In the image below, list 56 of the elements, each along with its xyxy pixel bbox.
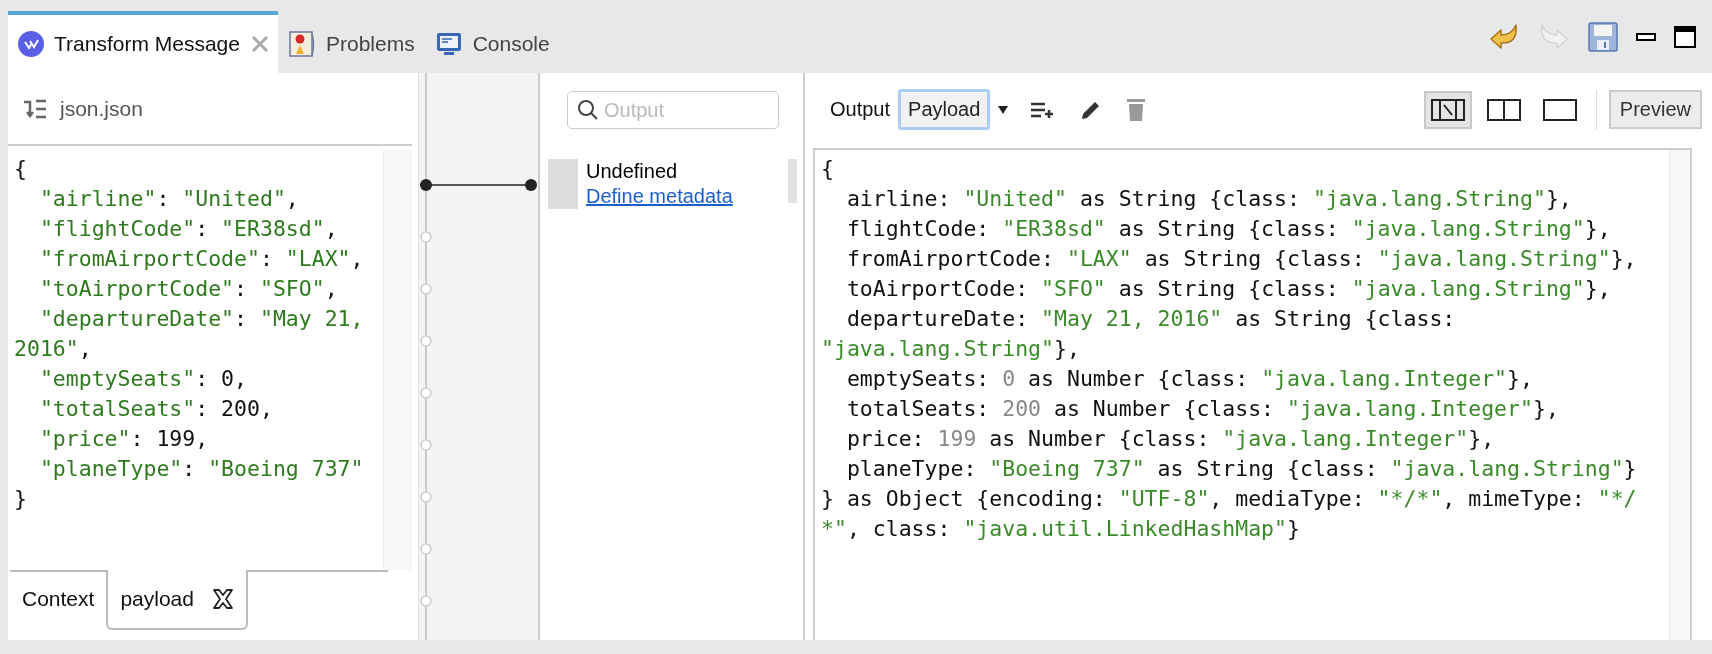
two-panes-icon <box>1486 98 1521 121</box>
panel-tab[interactable]: payload <box>106 570 248 630</box>
scrollbar-track[interactable] <box>383 150 412 570</box>
search-icon <box>577 99 599 121</box>
logo-icon <box>18 31 44 57</box>
problems-icon <box>287 30 316 58</box>
code-line: departureDate: "May 21, 2016" as String {class: <box>845 305 1456 333</box>
define-metadata-link[interactable]: Define metadata <box>586 184 733 209</box>
code-line: toAirportCode: "SFO" as String {class: "java.lang.String"}, <box>845 275 1611 303</box>
code-line: "planeType": "Boeing 737" <box>38 455 364 483</box>
code-line: } as Object {encoding: "UTF-8", mediaType: "*/*", mimeType: "*/ <box>821 485 1637 513</box>
scrollbar-thumb[interactable] <box>788 159 797 203</box>
close-icon[interactable] <box>211 588 234 610</box>
input-structure-icon <box>22 97 48 120</box>
code-line: planeType: "Boeing 737" as String {class: "java.lang.String"} <box>845 455 1637 483</box>
code-line: "toAirportCode": "SFO", <box>38 275 338 303</box>
code-line: } <box>14 485 27 513</box>
maximize-button[interactable] <box>1672 23 1698 50</box>
diff-view-button[interactable] <box>1423 90 1472 129</box>
code-line: totalSeats: 200 as Number {class: "java.lang.Integer"}, <box>845 395 1559 423</box>
console-icon <box>434 30 463 58</box>
panel-title: json.json <box>60 96 143 121</box>
code-line: *", class: "java.util.LinkedHashMap"} <box>821 515 1300 543</box>
code-line: { <box>14 155 27 183</box>
code-line: "price": 199, <box>38 425 209 453</box>
code-line: flightCode: "ER38sd" as String {class: "java.lang.String"}, <box>845 215 1611 243</box>
caret-icon[interactable] <box>998 105 1009 114</box>
code-line: "emptySeats": 0, <box>38 365 247 393</box>
code-line: 2016", <box>14 335 92 363</box>
panel-tab[interactable]: Context <box>10 572 107 626</box>
single-pane-icon <box>1542 98 1577 121</box>
code-line: "flightCode": "ER38sd", <box>38 215 338 243</box>
save-button[interactable] <box>1586 19 1620 54</box>
output-label: Output <box>830 98 891 121</box>
preview-button[interactable]: Preview <box>1608 90 1702 129</box>
code-line: fromAirportCode: "LAX" as String {class: "java.lang.String"}, <box>845 245 1637 273</box>
diff-layout-icon <box>1430 98 1465 121</box>
editor-tab[interactable]: Transform Message <box>8 11 278 73</box>
output-dropdown[interactable]: Payload <box>898 89 991 130</box>
status-text: Undefined <box>586 159 678 184</box>
code-line: price: 199 as Number {class: "java.lang.Integer"}, <box>845 425 1495 453</box>
code-line: "airline": "United", <box>38 185 299 213</box>
code-line: airline: "United" as String {class: "java.lang.String"}, <box>845 185 1572 213</box>
scrollbar-track[interactable] <box>1669 150 1690 640</box>
search-field[interactable]: Output <box>567 91 779 129</box>
code-line: "fromAirportCode": "LAX", <box>38 245 364 273</box>
code-line: "totalSeats": 200, <box>38 395 273 423</box>
code-line: "java.lang.String"}, <box>821 335 1080 363</box>
code-line: "departureDate": "May 21, <box>38 305 364 333</box>
mapping-target-marker <box>548 159 578 209</box>
code-line: { <box>821 155 834 183</box>
mapping-line[interactable] <box>420 179 537 191</box>
code-line: emptySeats: 0 as Number {class: "java.lang.Integer"}, <box>845 365 1533 393</box>
editor-tab[interactable]: Problems <box>277 11 425 73</box>
editor-tab[interactable]: Console <box>424 11 560 73</box>
trash-icon <box>1126 97 1147 122</box>
